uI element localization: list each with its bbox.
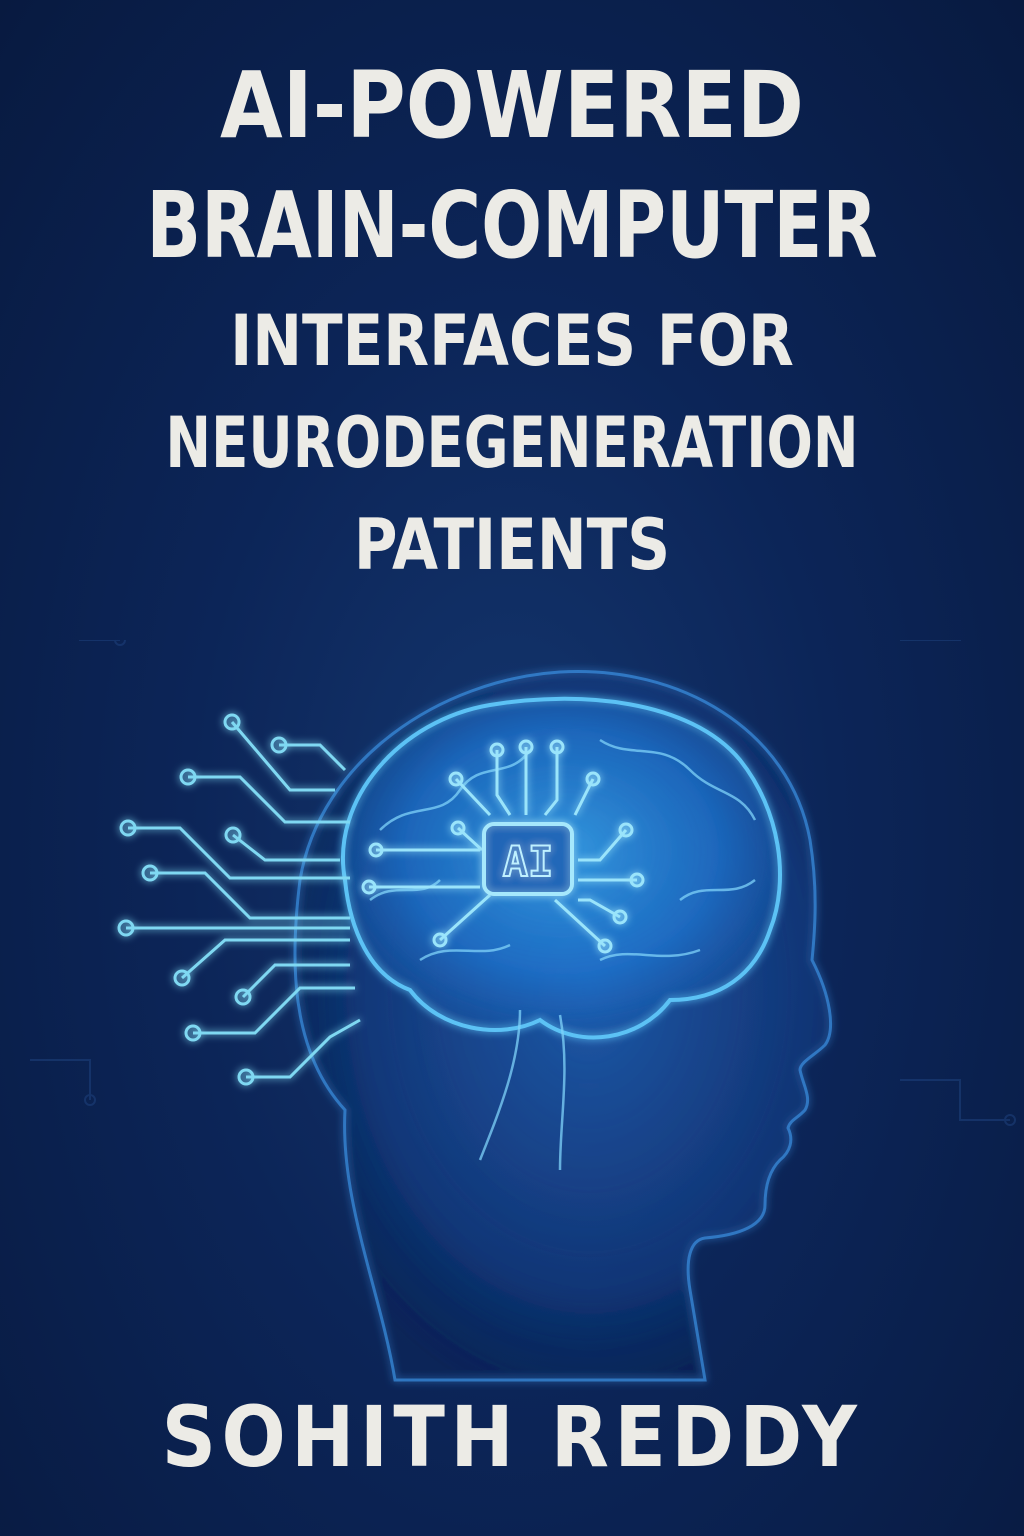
ai-chip-icon: AI bbox=[482, 822, 574, 896]
title-line-5: PATIENTS bbox=[353, 504, 671, 586]
title-line-4: NEURODEGENERATION bbox=[165, 402, 859, 484]
book-cover: AI-POWERED BRAIN-COMPUTER INTERFACES FOR… bbox=[0, 0, 1024, 1536]
title-line-2: BRAIN-COMPUTER bbox=[146, 172, 878, 279]
chip-label: AI bbox=[503, 837, 554, 886]
title-line-3: INTERFACES FOR bbox=[230, 300, 794, 382]
author-name: SOHITH REDDY bbox=[161, 1388, 863, 1486]
title-line-1: AI-POWERED bbox=[219, 52, 804, 159]
book-title: AI-POWERED BRAIN-COMPUTER INTERFACES FOR… bbox=[0, 52, 1024, 586]
head-brain-illustration: AI bbox=[30, 640, 1016, 1382]
